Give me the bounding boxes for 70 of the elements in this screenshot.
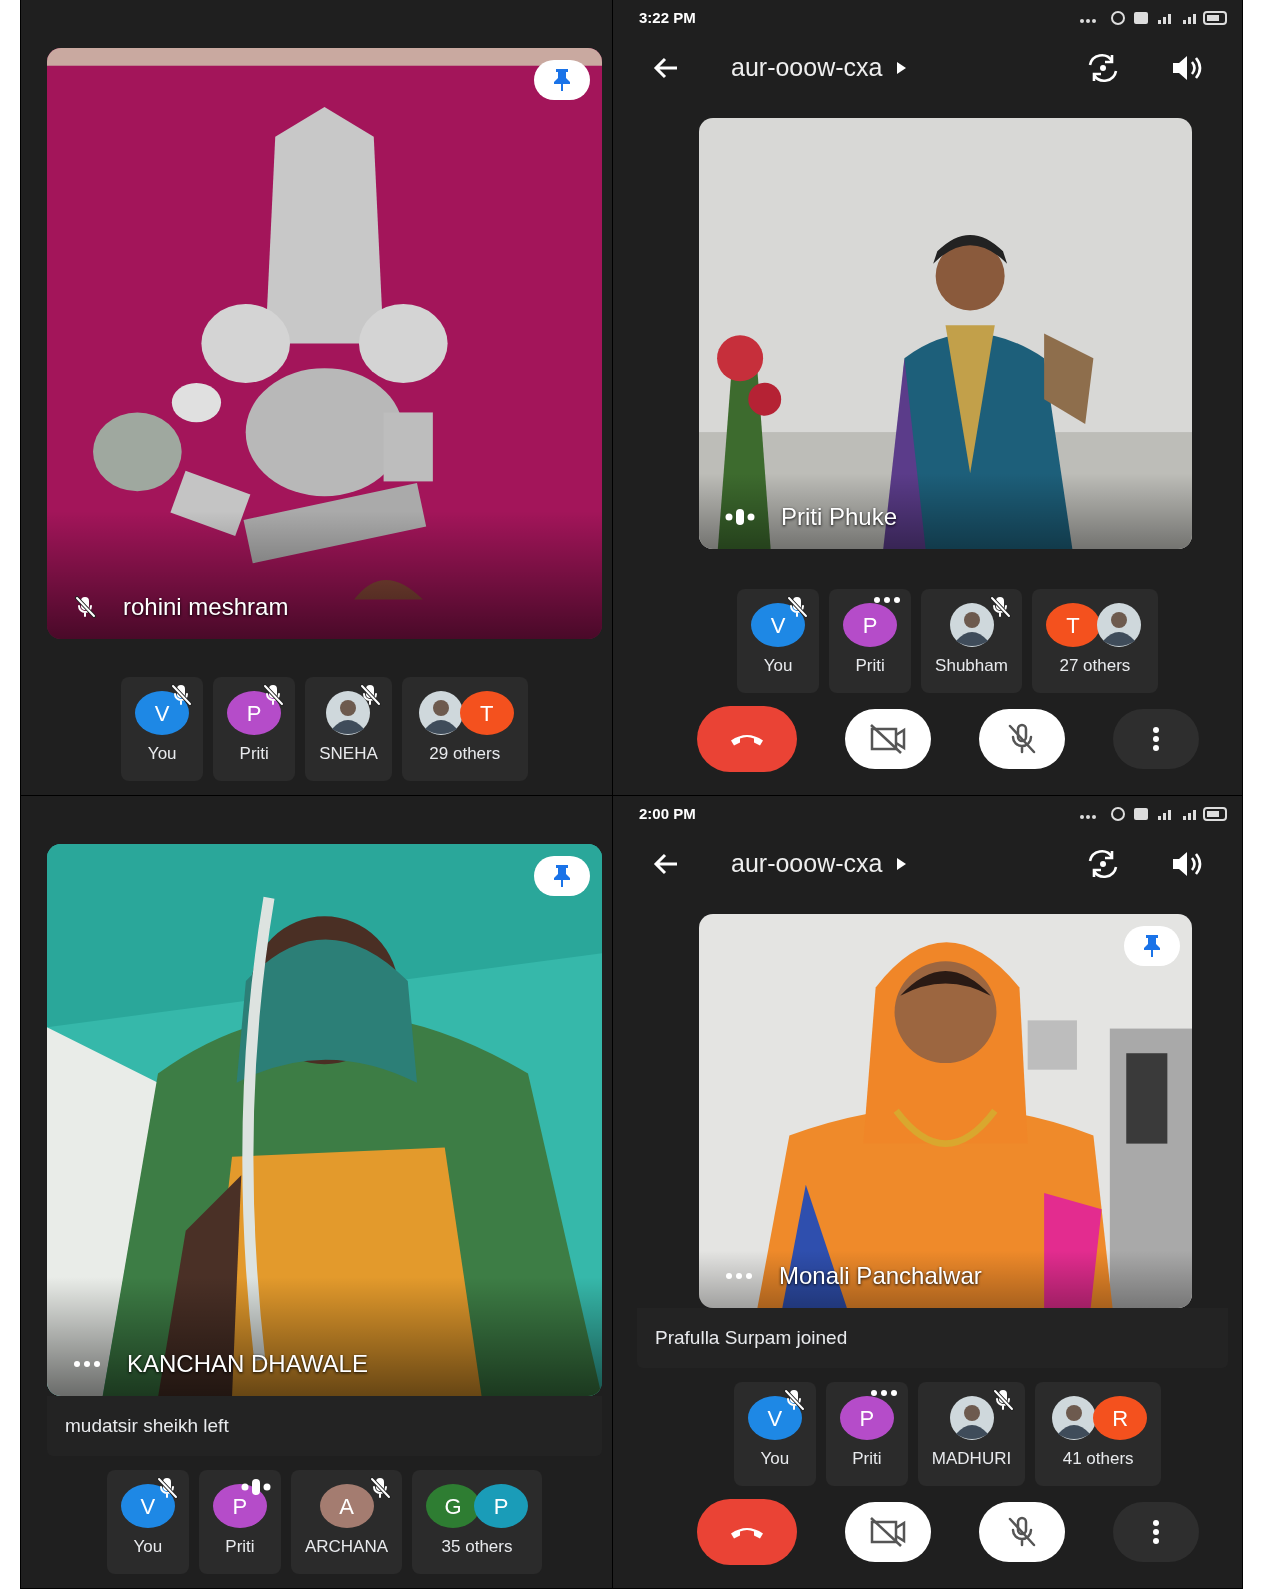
participant-name: rohini meshram [123, 592, 289, 622]
participant-name: 27 others [1059, 655, 1131, 678]
audio-level-icon [240, 1476, 271, 1498]
avatar: V [751, 603, 806, 648]
participant-name: 35 others [441, 1536, 513, 1559]
avatar: V [120, 1484, 175, 1529]
status-time: 3:22 PM [639, 7, 696, 28]
mic-off-button[interactable] [978, 1502, 1065, 1562]
caret-icon [896, 61, 907, 75]
participant-tile[interactable]: V You [121, 677, 204, 781]
participant-name: Priti [225, 1536, 255, 1559]
audio-level-icon [725, 506, 755, 528]
avatar: V [135, 691, 190, 736]
more-dots-icon [869, 1388, 898, 1398]
more-vertical-icon [1150, 726, 1161, 752]
avatar: T [459, 691, 514, 736]
participant-name: Priti [852, 1448, 882, 1471]
participant-tile[interactable]: P Priti [825, 1382, 908, 1486]
participant-tile[interactable]: A ARCHANA [290, 1470, 403, 1574]
notification-toast: mudatsir sheikh left [47, 1395, 602, 1456]
avatar: P [843, 603, 898, 648]
participant-tile[interactable]: V You [733, 1382, 816, 1486]
participant-name: You [147, 743, 177, 766]
more-dots-icon [73, 1358, 101, 1369]
avatar: T [1045, 603, 1100, 648]
participant-name: You [760, 1448, 790, 1471]
participant-name: KANCHAN DHAWALE [127, 1348, 368, 1379]
participant-name: You [763, 655, 793, 678]
participant-name: 41 others [1062, 1448, 1134, 1471]
avatar: P [839, 1396, 894, 1441]
participant-name: ARCHANA [304, 1536, 389, 1559]
more-vertical-icon [1150, 1519, 1161, 1545]
participant-tile[interactable]: V You [737, 589, 820, 693]
participant-name: Priti [855, 655, 885, 678]
participant-tile[interactable]: P Priti [198, 1470, 281, 1574]
participant-name: You [133, 1536, 163, 1559]
participant-name: Priti [239, 743, 269, 766]
camera-off-button[interactable] [844, 1502, 931, 1562]
participant-tile[interactable]: R 41 others [1035, 1382, 1162, 1486]
participant-tile[interactable]: Shubham [921, 589, 1022, 693]
meeting-code-button[interactable]: aur-ooow-cxa [731, 49, 907, 87]
avatar: A [319, 1484, 374, 1529]
avatar: V [747, 1396, 802, 1441]
participant-tile[interactable]: T 29 others [401, 677, 528, 781]
participant-name: SNEHA [319, 743, 378, 766]
participant-name: Shubham [935, 655, 1008, 678]
participant-tile[interactable]: P Priti [213, 677, 296, 781]
avatar: R [1093, 1396, 1148, 1441]
more-dots-icon [873, 595, 902, 605]
meeting-code-button[interactable]: aur-ooow-cxa [731, 845, 907, 883]
notification-toast: Prafulla Surpam joined [637, 1307, 1228, 1368]
avatar: P [227, 691, 282, 736]
participant-name: MADHURI [931, 1448, 1012, 1471]
participant-tile[interactable]: T 27 others [1031, 589, 1158, 693]
camera-off-button[interactable] [844, 709, 931, 769]
participant-tile[interactable]: V You [106, 1470, 189, 1574]
avatar: P [212, 1484, 267, 1529]
caret-icon [896, 857, 907, 871]
participant-tile[interactable]: SNEHA [305, 677, 392, 781]
participant-tile[interactable]: P Priti [829, 589, 912, 693]
avatar: P [474, 1484, 529, 1529]
more-dots-icon [725, 1270, 753, 1281]
mic-off-icon [73, 595, 97, 619]
participant-tile[interactable]: G P 35 others [412, 1470, 543, 1574]
status-time: 2:00 PM [639, 803, 696, 824]
mic-off-icon [991, 1388, 1016, 1412]
participant-name: 29 others [429, 743, 501, 766]
participant-tile[interactable]: MADHURI [917, 1382, 1026, 1486]
mic-off-button[interactable] [978, 709, 1065, 769]
mic-off-icon [368, 1476, 393, 1500]
